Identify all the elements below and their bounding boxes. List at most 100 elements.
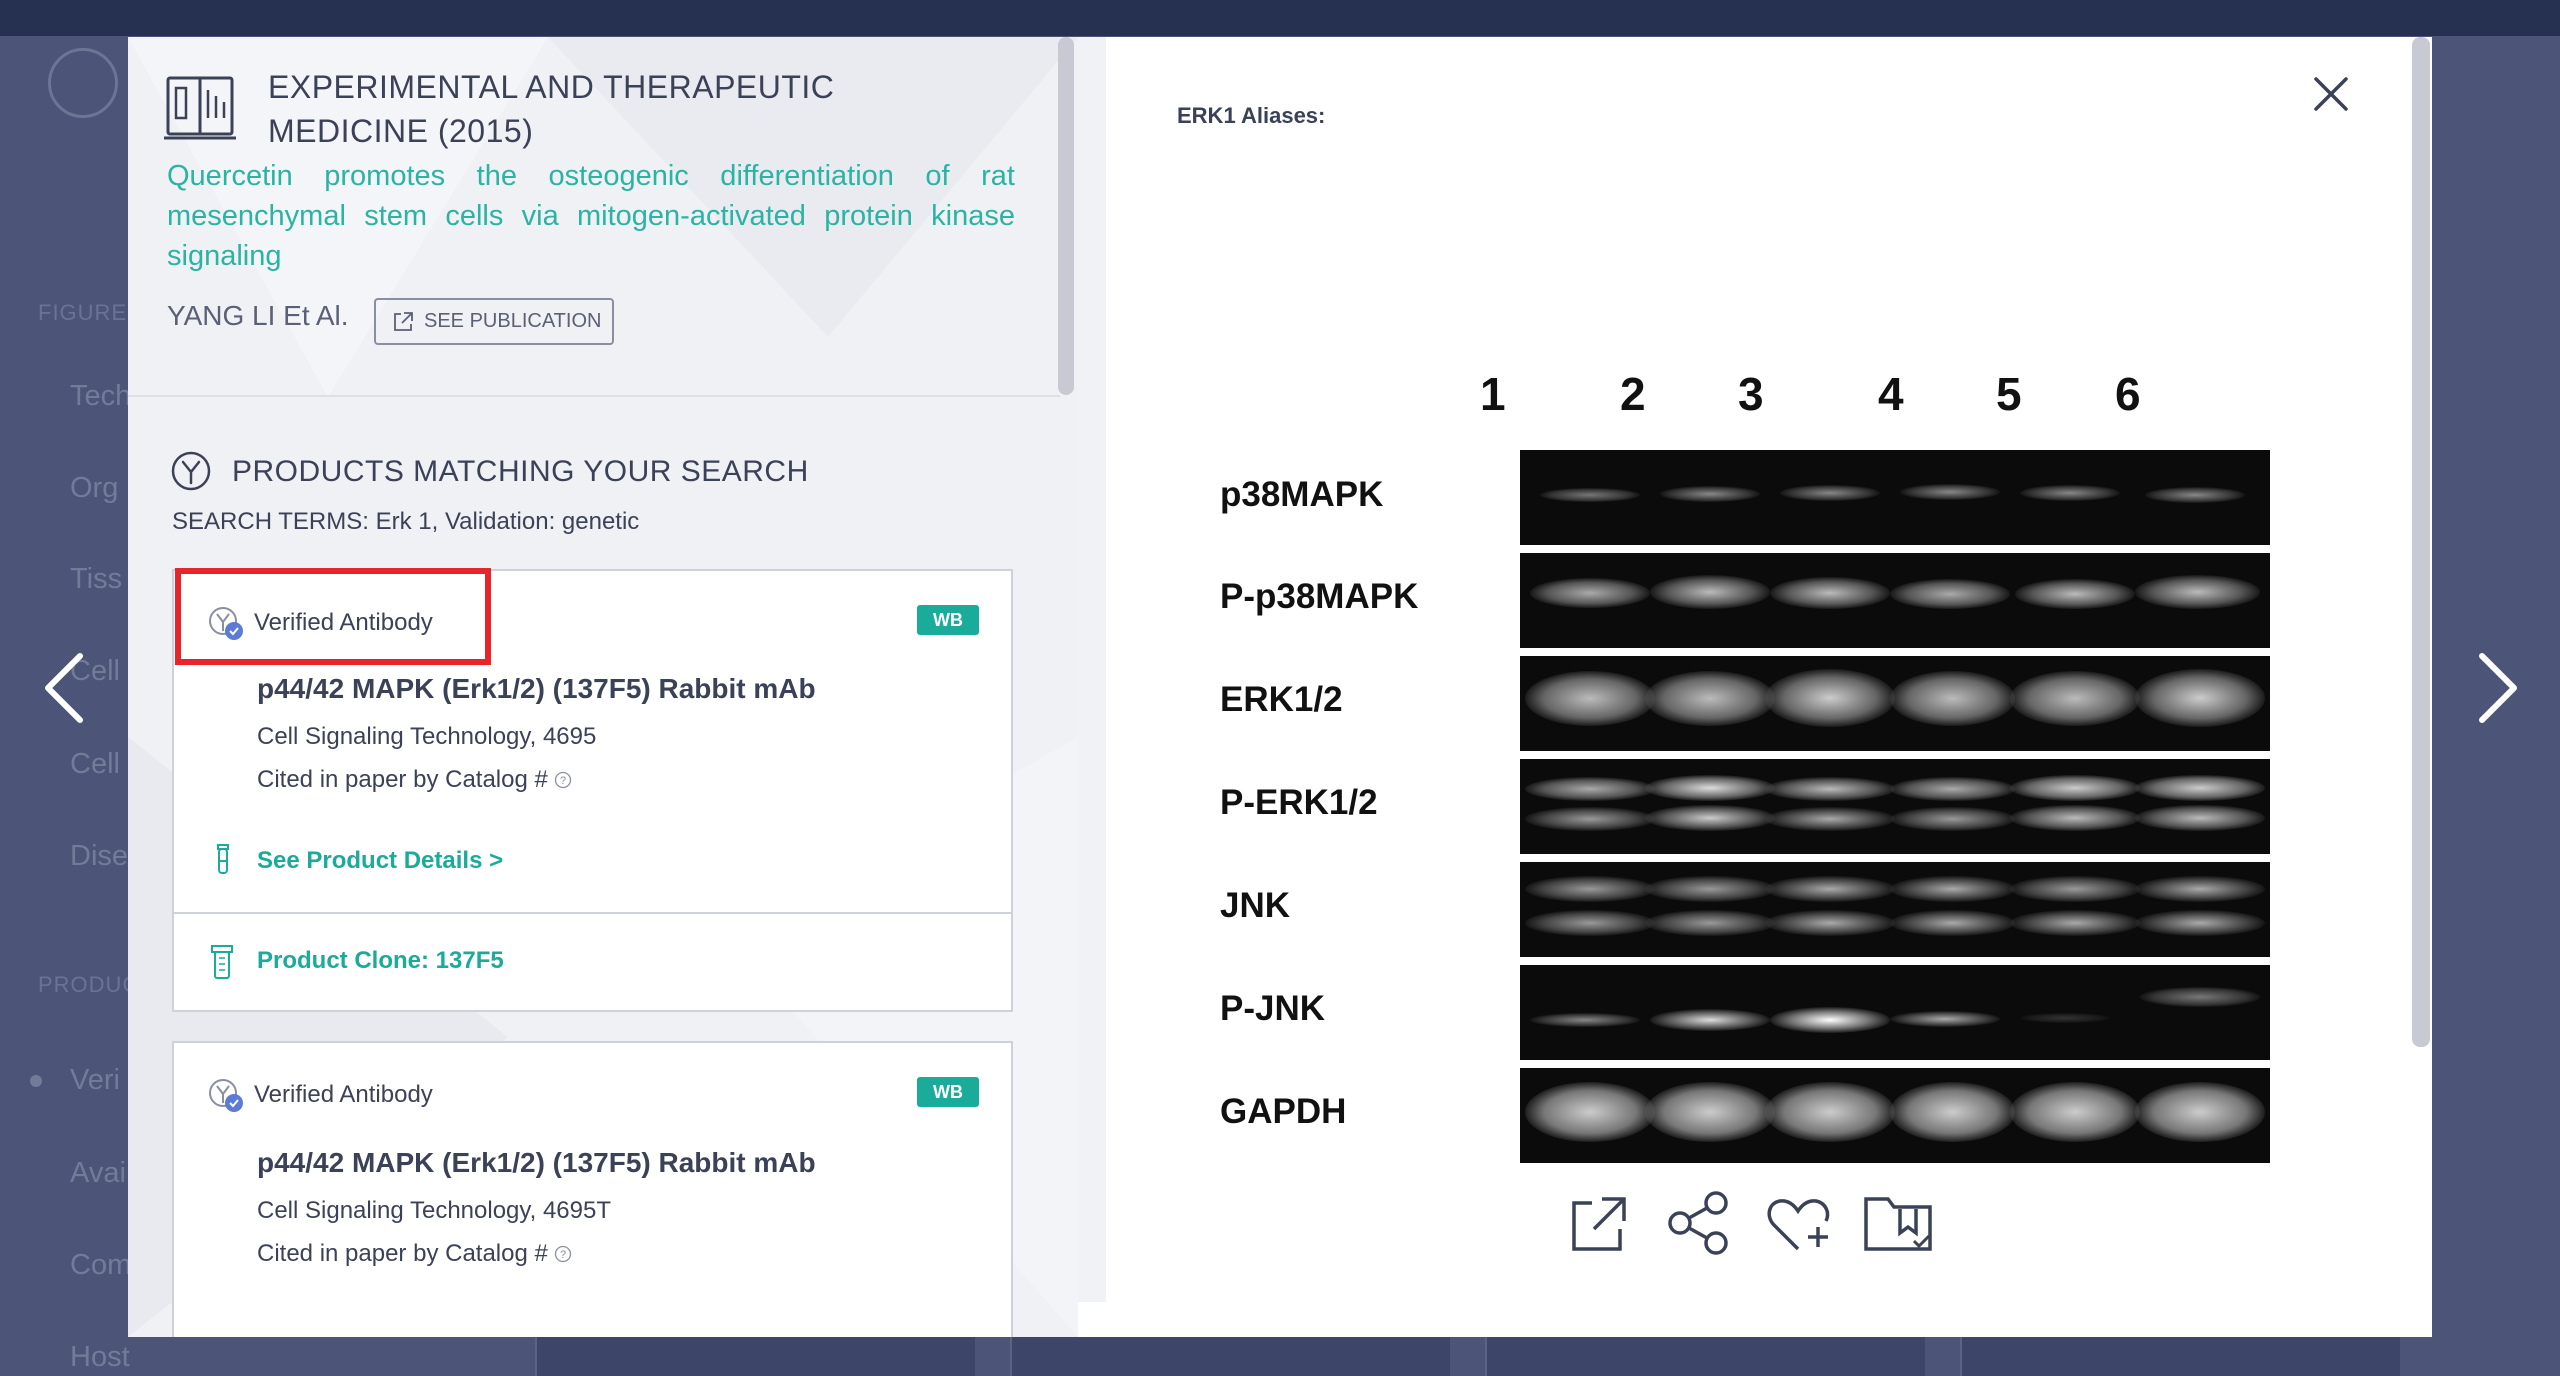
figure-modal: EXPERIMENTAL AND THERAPEUTIC MEDICINE (2… <box>128 37 2432 1337</box>
close-icon[interactable] <box>2310 73 2352 115</box>
chevron-right-icon <box>2479 653 2517 723</box>
background-product-item: Com <box>70 1249 132 1281</box>
blot-row-label: P-p38MAPK <box>1220 577 1419 616</box>
blot-band <box>1650 575 1770 609</box>
lane-number: 5 <box>1996 368 2022 420</box>
blot-band <box>1645 1082 1775 1142</box>
see-publication-button[interactable]: SEE PUBLICATION <box>374 298 614 345</box>
blot-strip <box>1520 450 2270 545</box>
blot-band <box>2135 1082 2265 1142</box>
blot-band <box>1765 1082 1895 1142</box>
product-cited-note: Cited in paper by Catalog # ? <box>257 766 572 794</box>
previous-figure-button[interactable] <box>36 650 96 726</box>
blot-band <box>1525 910 1655 936</box>
blot-band <box>1645 805 1775 831</box>
help-icon[interactable]: ? <box>554 1245 572 1263</box>
blot-band <box>1645 775 1775 801</box>
blot-band <box>1525 807 1655 831</box>
blot-band <box>2010 805 2140 831</box>
background-product-item: Host <box>70 1341 130 1373</box>
blot-band <box>2020 1013 2110 1023</box>
blot-band <box>2015 579 2135 609</box>
background-product-item: Avai <box>70 1157 126 1189</box>
background-sidebar-item: Dise <box>70 840 129 872</box>
background-thumbnail <box>535 1336 975 1376</box>
see-product-details-link[interactable]: See Product Details > <box>257 847 503 875</box>
blot-band <box>1890 807 2015 831</box>
blot-row-label: P-JNK <box>1220 989 1326 1028</box>
open-external-button[interactable] <box>1562 1187 1634 1259</box>
blot-band <box>1765 876 1895 902</box>
blot-band <box>1645 910 1775 936</box>
blot-band <box>1645 671 1775 726</box>
blot-band <box>1530 1013 1640 1027</box>
products-heading: PRODUCTS MATCHING YOUR SEARCH <box>232 455 809 488</box>
product-cited-text: Cited in paper by Catalog # <box>257 766 548 793</box>
blot-band <box>1765 910 1895 936</box>
product-name[interactable]: p44/42 MAPK (Erk1/2) (137F5) Rabbit mAb <box>257 1147 816 1179</box>
chevron-left-icon <box>45 653 83 723</box>
blot-band <box>2135 775 2265 801</box>
blot-band <box>1890 876 2015 902</box>
right-scrollbar-thumb[interactable] <box>2412 37 2430 1047</box>
blot-band <box>2020 485 2120 501</box>
product-clone-link[interactable]: Product Clone: 137F5 <box>257 947 504 975</box>
add-favorite-button[interactable] <box>1762 1187 1834 1259</box>
left-scrollbar-track <box>1078 37 1106 1302</box>
blot-band <box>1525 777 1655 801</box>
section-divider <box>128 395 1060 397</box>
blot-band <box>1530 578 1650 608</box>
lane-number: 4 <box>1878 368 1904 420</box>
help-icon[interactable]: ? <box>554 771 572 789</box>
product-clone-row[interactable]: Product Clone: 137F5 <box>174 914 1011 1010</box>
blot-row-label: JNK <box>1220 886 1291 925</box>
publication-title[interactable]: Quercetin promotes the osteogenic differ… <box>167 156 1015 276</box>
blot-band <box>2135 669 2265 727</box>
lane-number: 3 <box>1738 368 1764 420</box>
publication-pane: EXPERIMENTAL AND THERAPEUTIC MEDICINE (2… <box>128 37 1078 1337</box>
blot-row-label: ERK1/2 <box>1220 680 1343 719</box>
blot-band <box>1890 579 2010 609</box>
blot-band <box>1765 777 1895 801</box>
vial-icon <box>217 844 229 874</box>
next-figure-button[interactable] <box>2466 650 2526 726</box>
left-scrollbar-thumb[interactable] <box>1058 37 1074 395</box>
blot-band <box>1780 485 1880 501</box>
blot-strip <box>1520 553 2270 648</box>
journal-title: EXPERIMENTAL AND THERAPEUTIC MEDICINE (2… <box>268 69 835 149</box>
blot-band <box>1525 876 1655 902</box>
verified-antibody-text: Verified Antibody <box>254 1081 433 1108</box>
verified-antibody-label: Verified Antibody <box>206 1075 433 1115</box>
background-thumbnail <box>1960 1336 2400 1376</box>
background-sidebar-item: Cell <box>70 748 120 780</box>
lane-number: 1 <box>1480 368 1506 420</box>
save-to-folder-button[interactable] <box>1862 1187 1934 1259</box>
product-name[interactable]: p44/42 MAPK (Erk1/2) (137F5) Rabbit mAb <box>257 673 816 705</box>
blot-band <box>2135 910 2265 936</box>
blot-band <box>1645 876 1775 902</box>
blot-band <box>2010 876 2140 902</box>
background-logo <box>48 48 118 118</box>
western-blot-figure[interactable]: 1 2 3 4 5 6 p38MAPK P-p38MAPK ERK1/2 P-E… <box>1190 37 2290 1163</box>
background-topbar <box>0 0 2560 36</box>
blot-band <box>1525 671 1655 726</box>
blot-band <box>1770 577 1890 609</box>
blot-band <box>1540 488 1640 502</box>
background-sidebar-item: Org <box>70 472 119 504</box>
share-button[interactable] <box>1662 1187 1734 1259</box>
product-card-body: Verified Antibody WB p44/42 MAPK (Erk1/2… <box>174 1043 1011 1337</box>
blot-band <box>1650 1009 1770 1031</box>
blot-band <box>2135 805 2265 831</box>
blot-band <box>1770 1007 1890 1033</box>
blot-band <box>1890 1011 2000 1027</box>
background-sidebar-item: Tiss <box>70 563 123 595</box>
open-external-icon <box>1572 1197 1626 1251</box>
blot-strip <box>1520 1068 2270 1163</box>
blot-band <box>1890 671 2015 726</box>
blot-band <box>1900 484 2000 500</box>
wb-badge: WB <box>917 1077 979 1107</box>
blot-strip <box>1520 656 2270 751</box>
background-thumbnail <box>1010 1336 1450 1376</box>
journal-icon <box>164 76 236 140</box>
blot-strip <box>1520 759 2270 854</box>
